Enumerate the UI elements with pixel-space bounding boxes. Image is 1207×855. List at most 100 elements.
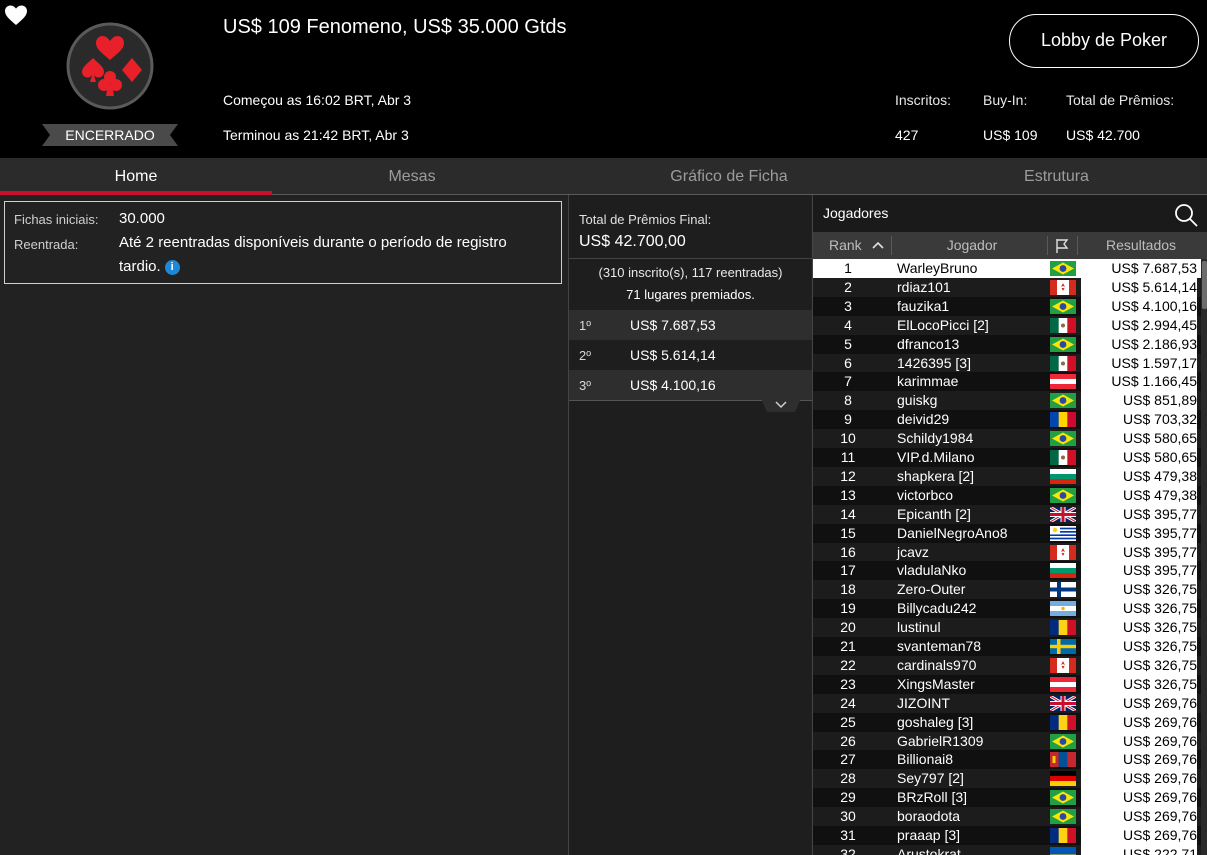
starting-chips-label: Fichas iniciais: [14,212,99,227]
player-row[interactable]: 13 victorbco US$ 479,38 [813,485,1201,505]
player-row[interactable]: 19 Billycadu242 US$ 326,75 [813,599,1201,619]
player-row[interactable]: 24 JIZOINT US$ 269,76 [813,693,1201,713]
player-row[interactable]: 20 lustinul US$ 326,75 [813,618,1201,638]
player-result: US$ 269,76 [1081,788,1197,808]
country-flag-icon [1050,582,1076,598]
player-rank: 20 [840,619,856,636]
prize-amount: US$ 7.687,53 [630,317,716,333]
player-rank: 13 [840,486,856,503]
country-flag-icon [1050,393,1076,409]
player-rank: 12 [840,467,856,484]
player-name: karimmae [897,373,959,390]
player-rank: 16 [840,543,856,560]
player-rank: 21 [840,638,856,654]
tab-chip-graph[interactable]: Gráfico de Ficha [552,158,906,195]
player-rank: 30 [840,808,856,825]
prize-panel: Total de Prêmios Final: US$ 42.700,00 (3… [568,195,812,855]
players-list: 1 WarleyBruno US$ 7.687,53 2 rdiaz101 US$ 5.6… [813,259,1207,855]
tab-structure[interactable]: Estrutura [906,158,1207,195]
country-flag-icon [1050,525,1076,541]
player-name: guiskg [897,392,938,409]
country-flag-icon [1050,431,1076,447]
player-rank: 8 [844,392,852,409]
poker-lobby-button[interactable]: Lobby de Poker [1009,14,1199,68]
player-result: US$ 326,75 [1081,674,1197,694]
start-time: Começou as 16:02 BRT, Abr 3 [223,92,412,108]
player-name: jcavz [897,543,929,560]
players-scrollbar[interactable] [1201,259,1207,855]
player-row[interactable]: 16 jcavz US$ 395,77 [813,542,1201,562]
country-flag-icon [1050,733,1076,749]
chevron-down-icon[interactable] [761,398,801,412]
entrants-label: Inscritos: [895,92,952,108]
player-name: praaap [3] [897,827,961,843]
player-row[interactable]: 17 vladulaNko US$ 395,77 [813,561,1201,581]
player-row[interactable]: 3 fauzika1 US$ 4.100,16 [813,296,1201,316]
player-row[interactable]: 4 ElLocoPicci [2] US$ 2.994,45 [813,315,1201,335]
entries-summary: (310 inscrito(s), 117 reentradas) [598,265,783,280]
player-row[interactable]: 30 boraodota US$ 269,76 [813,807,1201,827]
results-column-header[interactable]: Resultados [1081,232,1201,259]
rank-column-header[interactable]: Rank [829,232,889,259]
tab-home[interactable]: Home [0,158,272,195]
player-row[interactable]: 28 Sey797 [2] US$ 269,76 [813,769,1201,789]
player-row[interactable]: 26 GabrielR1309 US$ 269,76 [813,731,1201,751]
info-icon[interactable]: i [164,260,180,275]
country-flag-icon [1050,752,1076,768]
player-column-header[interactable]: Jogador [897,232,1047,259]
country-flag-icon [1050,563,1076,579]
heart-icon[interactable] [4,4,28,26]
player-row[interactable]: 23 XingsMaster US$ 326,75 [813,674,1201,694]
player-row[interactable]: 8 guiskg US$ 851,89 [813,391,1201,411]
country-flag-icon [1050,336,1076,352]
player-row[interactable]: 6 1426395 [3] US$ 1.597,17 [813,353,1201,373]
country-flag-icon [1050,639,1076,654]
final-prizepool-value: US$ 42.700,00 [579,233,686,250]
player-name: cardinals970 [897,656,977,673]
player-result: US$ 2.186,93 [1081,334,1197,354]
search-icon[interactable] [1173,202,1199,228]
scrollbar-thumb[interactable] [1202,261,1207,309]
player-row[interactable]: 2 rdiaz101 US$ 5.614,14 [813,277,1201,297]
country-flag-icon [1050,771,1076,787]
player-row[interactable]: 15 DanielNegroAno8 US$ 395,77 [813,523,1201,543]
player-row[interactable]: 5 dfranco13 US$ 2.186,93 [813,334,1201,354]
player-row[interactable]: 27 Billionai8 US$ 269,76 [813,750,1201,770]
player-row[interactable]: 31 praaap [3] US$ 269,76 [813,826,1201,845]
player-rank: 19 [840,600,856,617]
buyin-label: Buy-In: [983,92,1028,108]
player-row[interactable]: 25 goshaleg [3] US$ 269,76 [813,712,1201,732]
player-name: vladulaNko [897,562,967,579]
country-flag-icon [1050,487,1076,503]
player-result: US$ 269,76 [1081,731,1197,751]
prize-row: 1º US$ 7.687,53 [569,310,812,340]
player-row[interactable]: 29 BRzRoll [3] US$ 269,76 [813,788,1201,808]
player-row[interactable]: 14 Epicanth [2] US$ 395,77 [813,504,1201,524]
player-name: dfranco13 [897,335,960,352]
player-row[interactable]: 21 svanteman78 US$ 326,75 [813,637,1201,656]
player-name: DanielNegroAno8 [897,524,1008,541]
player-row[interactable]: 11 VIP.d.Milano US$ 580,65 [813,448,1201,467]
player-result: US$ 2.994,45 [1081,315,1197,335]
player-row[interactable]: 10 Schildy1984 US$ 580,65 [813,429,1201,449]
player-row[interactable]: 22 cardinals970 US$ 326,75 [813,655,1201,675]
player-row[interactable]: 1 WarleyBruno US$ 7.687,53 [813,259,1201,278]
player-row[interactable]: 18 Zero-Outer US$ 326,75 [813,580,1201,600]
country-flag-icon [1050,279,1076,295]
player-name: WarleyBruno [897,260,978,276]
column-divider [1047,236,1048,255]
player-rank: 24 [840,694,856,711]
tournament-status: ENCERRADO [65,127,155,143]
player-row[interactable]: 32 Arustokrat US$ 222,71 [813,844,1201,855]
country-flag-icon [1050,620,1076,636]
player-result: US$ 326,75 [1081,637,1197,656]
player-row[interactable]: 12 shapkera [2] US$ 479,38 [813,466,1201,486]
final-prizepool-label: Total de Prêmios Final: [579,212,712,227]
player-name: Billionai8 [897,751,954,768]
player-row[interactable]: 9 deivid29 US$ 703,32 [813,410,1201,430]
player-result: US$ 479,38 [1081,485,1197,505]
tab-tables[interactable]: Mesas [272,158,552,195]
player-rank: 32 [840,845,856,855]
flag-icon[interactable] [1054,238,1070,254]
player-row[interactable]: 7 karimmae US$ 1.166,45 [813,372,1201,392]
